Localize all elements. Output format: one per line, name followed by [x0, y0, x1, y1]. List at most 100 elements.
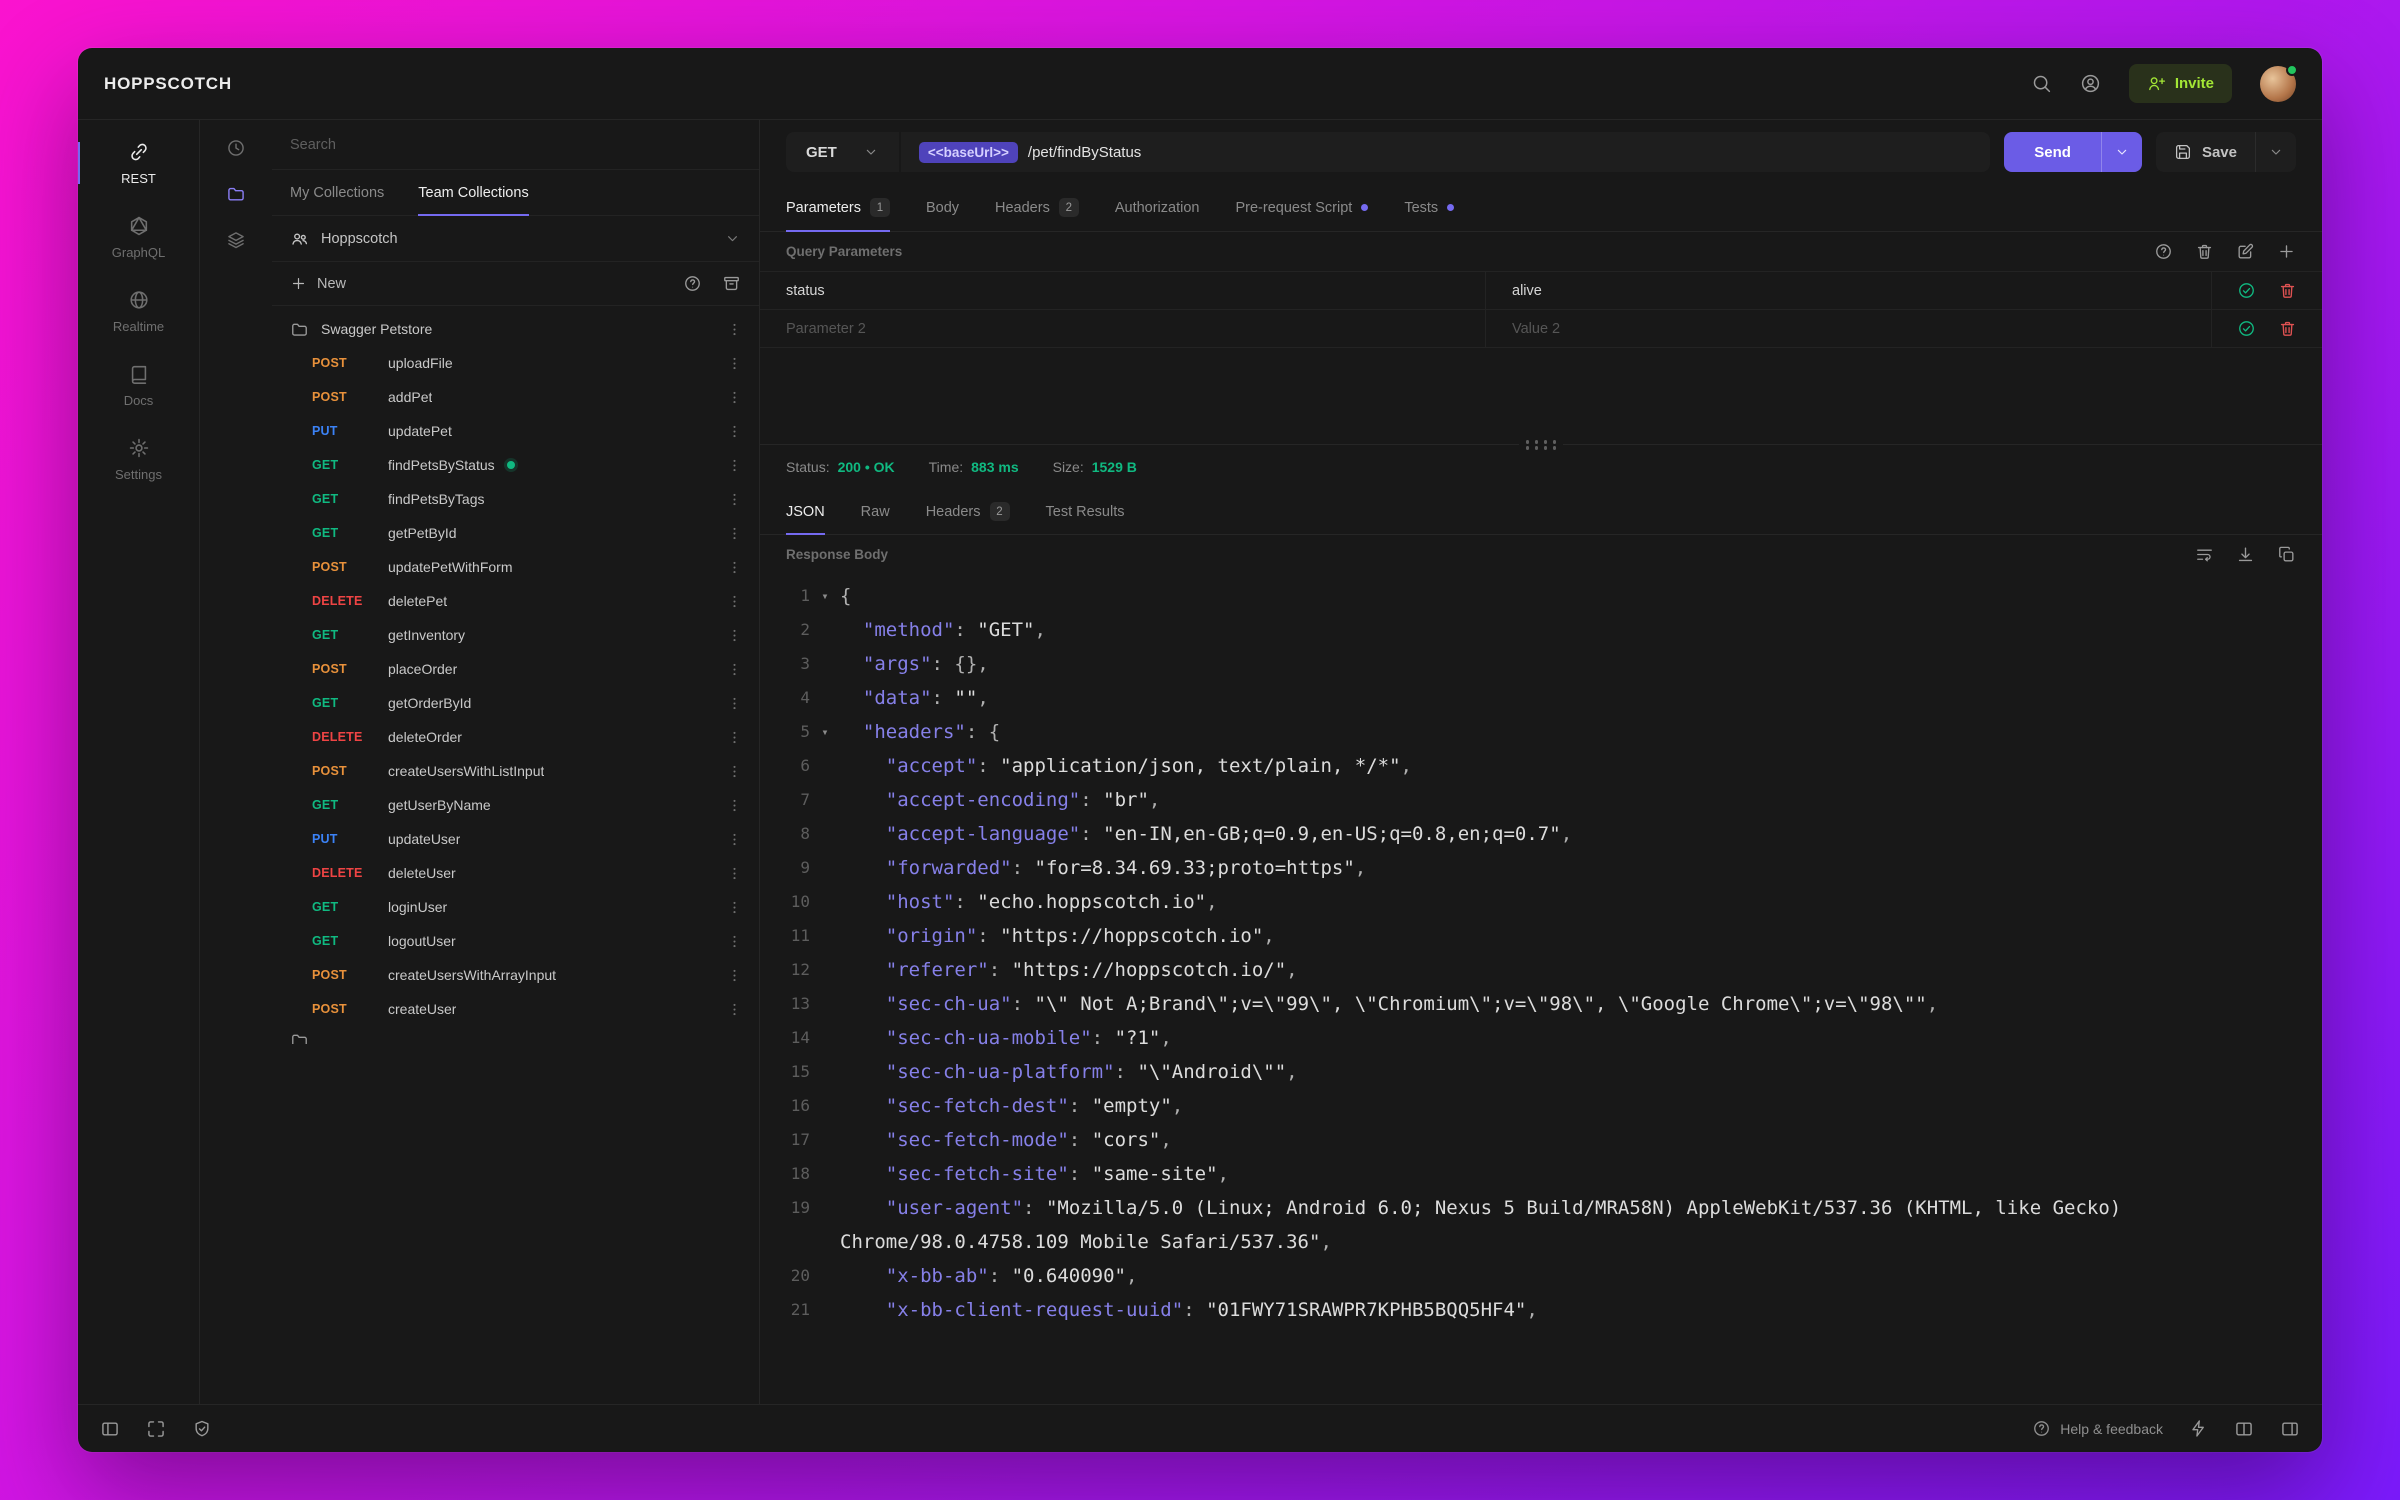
param-value-input[interactable]: alive: [1486, 272, 2212, 309]
more-options-icon[interactable]: [726, 865, 743, 882]
tab-tests[interactable]: Tests: [1404, 184, 1455, 231]
tab-headers[interactable]: Headers 2: [926, 489, 1010, 534]
fold-caret-icon[interactable]: ▾: [810, 579, 840, 613]
more-options-icon[interactable]: [726, 763, 743, 780]
tab-raw[interactable]: Raw: [861, 489, 890, 534]
more-options-icon[interactable]: [726, 559, 743, 576]
more-options-icon[interactable]: [726, 899, 743, 916]
request-item[interactable]: POST createUser: [272, 992, 759, 1026]
param-value-input[interactable]: Value 2: [1486, 310, 2212, 347]
shortcuts-zap-icon[interactable]: [2189, 1419, 2208, 1438]
sidebar-toggle-icon[interactable]: [100, 1419, 120, 1439]
param-key-input[interactable]: status: [760, 272, 1486, 309]
wrap-lines-icon[interactable]: [2195, 545, 2214, 564]
response-code-editor[interactable]: 1 ▾{2 "method": "GET", 3 "args": {}, 4 "dat…: [760, 573, 2322, 1404]
request-item[interactable]: POST uploadFile: [272, 346, 759, 380]
more-options-icon[interactable]: [726, 797, 743, 814]
more-options-icon[interactable]: [726, 627, 743, 644]
search-icon[interactable]: [2031, 73, 2052, 94]
more-options-icon[interactable]: [726, 355, 743, 372]
request-item[interactable]: DELETE deleteOrder: [272, 720, 759, 754]
tab-pre-request-script[interactable]: Pre-request Script: [1235, 184, 1369, 231]
param-active-toggle[interactable]: [2237, 281, 2256, 300]
more-options-icon[interactable]: [726, 933, 743, 950]
request-item[interactable]: GET loginUser: [272, 890, 759, 924]
base-url-chip[interactable]: <<baseUrl>>: [918, 141, 1018, 163]
edit-icon[interactable]: [2236, 242, 2255, 261]
save-button[interactable]: Save: [2155, 132, 2255, 172]
tab-authorization[interactable]: Authorization: [1115, 184, 1200, 231]
nav-settings[interactable]: Settings: [78, 422, 199, 496]
collections-icon[interactable]: [226, 184, 246, 204]
help-circle-icon[interactable]: [2154, 242, 2173, 261]
interceptor-shield-icon[interactable]: [192, 1419, 212, 1439]
tab-json[interactable]: JSON: [786, 489, 825, 535]
save-options-button[interactable]: [2255, 132, 2296, 172]
more-options-icon[interactable]: [726, 457, 743, 474]
download-icon[interactable]: [2236, 545, 2255, 564]
more-options-icon[interactable]: [726, 1001, 743, 1018]
request-item[interactable]: POST updatePetWithForm: [272, 550, 759, 584]
right-panel-toggle-icon[interactable]: [2280, 1419, 2300, 1439]
request-item[interactable]: POST placeOrder: [272, 652, 759, 686]
more-options-icon[interactable]: [726, 593, 743, 610]
expand-icon[interactable]: [146, 1419, 166, 1439]
pane-resizer[interactable]: [760, 439, 2322, 451]
clear-all-icon[interactable]: [2195, 242, 2214, 261]
more-options-icon[interactable]: [726, 423, 743, 440]
more-options-icon[interactable]: [726, 661, 743, 678]
history-icon[interactable]: [226, 138, 246, 158]
nav-graphql[interactable]: GraphQL: [78, 200, 199, 274]
more-options-icon[interactable]: [726, 695, 743, 712]
request-item[interactable]: DELETE deleteUser: [272, 856, 759, 890]
more-options-icon[interactable]: [726, 729, 743, 746]
request-item[interactable]: GET findPetsByTags: [272, 482, 759, 516]
account-icon[interactable]: [2080, 73, 2101, 94]
tab-test-results[interactable]: Test Results: [1046, 489, 1125, 534]
request-item[interactable]: PUT updatePet: [272, 414, 759, 448]
more-options-icon[interactable]: [726, 525, 743, 542]
param-delete-button[interactable]: [2278, 319, 2297, 338]
request-item[interactable]: GET getOrderById: [272, 686, 759, 720]
request-item[interactable]: GET findPetsByStatus: [272, 448, 759, 482]
param-delete-button[interactable]: [2278, 281, 2297, 300]
collection-folder[interactable]: Swagger Petstore: [272, 312, 759, 346]
url-input[interactable]: <<baseUrl>> /pet/findByStatus: [900, 132, 1991, 172]
tab-team-collections[interactable]: Team Collections: [418, 170, 530, 216]
import-export-icon[interactable]: [722, 274, 741, 293]
request-item[interactable]: GET getUserByName: [272, 788, 759, 822]
nav-docs[interactable]: Docs: [78, 348, 199, 422]
columns-layout-icon[interactable]: [2234, 1419, 2254, 1439]
more-options-icon[interactable]: [726, 491, 743, 508]
tab-headers[interactable]: Headers 2: [995, 184, 1079, 231]
environments-icon[interactable]: [226, 230, 246, 250]
request-item[interactable]: GET logoutUser: [272, 924, 759, 958]
request-item[interactable]: POST createUsersWithArrayInput: [272, 958, 759, 992]
param-key-input[interactable]: Parameter 2: [760, 310, 1486, 347]
request-item[interactable]: DELETE deletePet: [272, 584, 759, 618]
tab-parameters[interactable]: Parameters 1: [786, 184, 890, 232]
add-param-icon[interactable]: [2277, 242, 2296, 261]
more-options-icon[interactable]: [726, 389, 743, 406]
send-button[interactable]: Send: [2004, 132, 2101, 172]
nav-rest[interactable]: REST: [78, 126, 199, 200]
new-collection-button[interactable]: New: [290, 275, 346, 292]
method-select[interactable]: GET: [786, 132, 899, 172]
search-input[interactable]: [290, 136, 741, 153]
request-item[interactable]: GET getInventory: [272, 618, 759, 652]
collection-folder[interactable]: [272, 1026, 759, 1044]
help-feedback-link[interactable]: Help & feedback: [2032, 1419, 2163, 1438]
more-options-icon[interactable]: [726, 831, 743, 848]
tab-body[interactable]: Body: [926, 184, 959, 231]
invite-button[interactable]: Invite: [2128, 64, 2232, 103]
send-options-button[interactable]: [2100, 132, 2142, 172]
param-active-toggle[interactable]: [2237, 319, 2256, 338]
nav-realtime[interactable]: Realtime: [78, 274, 199, 348]
request-item[interactable]: POST addPet: [272, 380, 759, 414]
more-options-icon[interactable]: [726, 321, 743, 338]
request-item[interactable]: POST createUsersWithListInput: [272, 754, 759, 788]
more-options-icon[interactable]: [726, 967, 743, 984]
request-item[interactable]: PUT updateUser: [272, 822, 759, 856]
avatar[interactable]: [2260, 63, 2298, 102]
help-circle-icon[interactable]: [683, 274, 702, 293]
